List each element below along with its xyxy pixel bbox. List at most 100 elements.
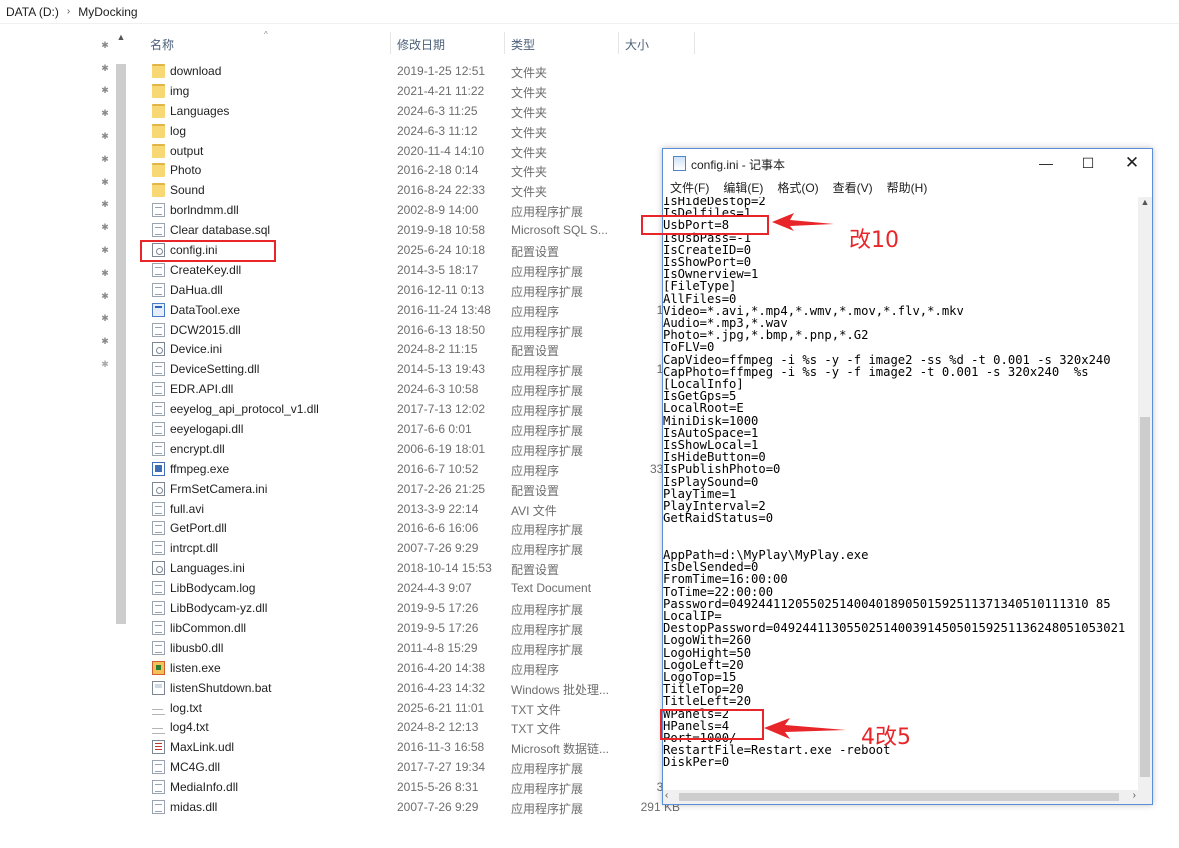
menu-edit[interactable]: 编辑(E) xyxy=(723,179,763,196)
file-row[interactable]: full.avi2013-3-9 22:14AVI 文件2 xyxy=(140,499,700,519)
file-type: 应用程序 xyxy=(511,304,560,319)
scroll-up-icon[interactable]: ▲ xyxy=(114,32,128,46)
file-date: 2019-9-18 10:58 xyxy=(397,223,486,238)
file-date: 2025-6-24 10:18 xyxy=(397,243,486,258)
pin-icon[interactable]: ✱ xyxy=(96,102,114,125)
menu-file[interactable]: 文件(F) xyxy=(670,179,709,196)
pin-icon[interactable]: ✱ xyxy=(96,262,114,285)
dll-icon xyxy=(152,601,165,616)
file-row[interactable]: output 2020-11-4 14:10 文件夹 xyxy=(140,141,700,161)
pin-icon[interactable]: ✱ xyxy=(96,148,114,171)
pin-icon[interactable]: ✱ xyxy=(96,57,114,80)
file-date: 2016-6-7 10:52 xyxy=(397,461,479,476)
file-row[interactable]: log.txt 2025-6-21 11:01 TXT 文件 xyxy=(140,698,700,718)
file-row[interactable]: borlndmm.dll2002-8-9 14:00应用程序扩展2 xyxy=(140,200,700,220)
file-row[interactable]: MaxLink.udl 2016-11-3 16:58 Microsoft 数据链.… xyxy=(140,737,700,757)
file-name: download xyxy=(170,64,222,78)
scroll-right-icon[interactable]: › xyxy=(1133,790,1136,801)
file-date: 2016-6-6 16:06 xyxy=(397,521,479,536)
file-row[interactable]: intrcpt.dll2007-7-26 9:29应用程序扩展20 xyxy=(140,538,700,558)
file-row[interactable]: libusb0.dll2011-4-8 15:29应用程序扩展6 xyxy=(140,638,700,658)
breadcrumb-folder[interactable]: MyDocking xyxy=(78,5,137,19)
file-row[interactable]: libCommon.dll2019-9-5 17:26应用程序扩展40 xyxy=(140,618,700,638)
column-size[interactable]: 大小 xyxy=(625,36,649,54)
file-row[interactable]: download 2019-1-25 12:51 文件夹 xyxy=(140,61,700,81)
file-row[interactable]: Device.ini 2024-8-2 11:15 配置设置 xyxy=(140,339,700,359)
file-type: 应用程序扩展 xyxy=(511,404,584,419)
scrollbar-thumb[interactable] xyxy=(116,64,126,624)
file-row[interactable]: DeviceSetting.dll2014-5-13 19:43应用程序扩展1,… xyxy=(140,359,700,379)
pin-icon[interactable]: ✱ xyxy=(96,194,114,217)
file-name: LibBodycam-yz.dll xyxy=(170,601,268,616)
file-row[interactable]: listenShutdown.bat 2016-4-23 14:32 Windows… xyxy=(140,678,700,698)
txt-icon xyxy=(152,700,165,715)
file-row[interactable]: midas.dll 2007-7-26 9:29 应用程序扩展 291 KB xyxy=(140,797,700,817)
navigation-scrollbar[interactable]: ▲ xyxy=(114,32,128,822)
menu-view[interactable]: 查看(V) xyxy=(833,179,873,196)
file-row[interactable]: LibBodycam.log 2024-4-3 9:07 Text Document… xyxy=(140,578,700,598)
file-row[interactable]: encrypt.dll2006-6-19 18:01应用程序扩展4 xyxy=(140,439,700,459)
scrollbar-thumb[interactable] xyxy=(679,793,1119,801)
minimize-icon[interactable]: — xyxy=(1024,149,1068,177)
column-divider[interactable] xyxy=(694,32,695,54)
pin-icon[interactable]: ✱ xyxy=(96,125,114,148)
pin-icon[interactable]: ✱ xyxy=(96,353,114,376)
file-date: 2024-8-2 11:15 xyxy=(397,342,478,357)
file-row[interactable]: EDR.API.dll2024-6-3 10:58应用程序扩展10 xyxy=(140,379,700,399)
pin-icon[interactable]: ✱ xyxy=(96,285,114,308)
pin-icon[interactable]: ✱ xyxy=(96,239,114,262)
pin-icon[interactable]: ✱ xyxy=(96,171,114,194)
file-row[interactable]: Languages 2024-6-3 11:25 文件夹 xyxy=(140,101,700,121)
file-row[interactable]: log4.txt2024-8-2 12:13TXT 文件5 xyxy=(140,717,700,737)
file-row[interactable]: FrmSetCamera.ini 2017-2-26 21:25 配置设置 xyxy=(140,479,700,499)
breadcrumb-drive[interactable]: DATA (D:) xyxy=(6,5,59,19)
file-row[interactable]: DaHua.dll2016-12-11 0:13应用程序扩展6 xyxy=(140,280,700,300)
close-icon[interactable]: ✕ xyxy=(1110,149,1154,177)
file-date: 2024-6-3 11:12 xyxy=(397,123,478,138)
notepad-vertical-scrollbar[interactable]: ▲ xyxy=(1138,197,1152,790)
file-row[interactable]: MC4G.dll2017-7-27 19:34应用程序扩展2 xyxy=(140,757,700,777)
file-row[interactable]: Languages.ini 2018-10-14 15:53 配置设置 xyxy=(140,558,700,578)
file-row[interactable]: GetPort.dll2016-6-6 16:06应用程序扩展21 xyxy=(140,518,700,538)
notepad-horizontal-scrollbar[interactable]: ‹ › xyxy=(663,790,1138,804)
column-divider[interactable] xyxy=(504,32,505,54)
menu-help[interactable]: 帮助(H) xyxy=(887,179,928,196)
menu-format[interactable]: 格式(O) xyxy=(777,179,818,196)
pin-icon[interactable]: ✱ xyxy=(96,34,114,57)
file-row[interactable]: listen.exe2016-4-20 14:38应用程序39 xyxy=(140,658,700,678)
file-row[interactable]: log 2024-6-3 11:12 文件夹 xyxy=(140,121,700,141)
maximize-icon[interactable]: ☐ xyxy=(1066,149,1110,177)
pin-icon[interactable]: ✱ xyxy=(96,80,114,103)
file-row[interactable]: Sound 2016-8-24 22:33 文件夹 xyxy=(140,180,700,200)
pin-icon[interactable]: ✱ xyxy=(96,308,114,331)
scroll-up-icon[interactable]: ▲ xyxy=(1138,197,1152,211)
file-row[interactable]: eeyelog_api_protocol_v1.dll 2017-7-13 12:… xyxy=(140,399,700,419)
scrollbar-thumb[interactable] xyxy=(1140,417,1150,777)
file-row[interactable]: DataTool.exe2016-11-24 13:48应用程序1,02 xyxy=(140,300,700,320)
file-date: 2017-7-27 19:34 xyxy=(397,760,486,775)
file-row[interactable]: img 2021-4-21 11:22 文件夹 xyxy=(140,81,700,101)
file-row[interactable]: Photo 2016-2-18 0:14 文件夹 xyxy=(140,160,700,180)
column-divider[interactable] xyxy=(390,32,391,54)
file-row[interactable]: Clear database.sql 2019-9-18 10:58 Microso… xyxy=(140,220,700,240)
dll-icon xyxy=(152,780,165,795)
file-row[interactable]: ffmpeg.exe2016-6-7 10:52应用程序33,37 xyxy=(140,459,700,479)
column-name[interactable]: 名称 xyxy=(150,36,174,54)
file-row[interactable]: CreateKey.dll2014-3-5 18:17应用程序扩展37 xyxy=(140,260,700,280)
file-row[interactable]: LibBodycam-yz.dll2019-9-5 17:26应用程序扩展7 xyxy=(140,598,700,618)
file-row[interactable]: eeyelogapi.dll2017-6-6 0:01应用程序扩展9 xyxy=(140,419,700,439)
file-row[interactable]: DCW2015.dll2016-6-13 18:50应用程序扩展3 xyxy=(140,320,700,340)
scroll-left-icon[interactable]: ‹ xyxy=(665,790,668,801)
column-type[interactable]: 类型 xyxy=(511,36,535,54)
config-text[interactable]: IsHideDestop=2 IsDelfiles=1 UsbPort=8 Is… xyxy=(663,197,1138,769)
column-date[interactable]: 修改日期 xyxy=(397,36,445,54)
column-divider[interactable] xyxy=(618,32,619,54)
pin-icon[interactable]: ✱ xyxy=(96,330,114,353)
file-name: log4.txt xyxy=(170,720,209,735)
notepad-titlebar[interactable]: config.ini - 记事本 — ☐ ✕ xyxy=(663,149,1152,177)
pin-icon[interactable]: ✱ xyxy=(96,216,114,239)
file-row[interactable]: MediaInfo.dll2015-5-26 8:31应用程序扩展3,86 xyxy=(140,777,700,797)
notepad-text-area[interactable]: IsHideDestop=2 IsDelfiles=1 UsbPort=8 Is… xyxy=(663,197,1138,790)
file-date: 2016-2-18 0:14 xyxy=(397,163,479,178)
chevron-right-icon[interactable]: › xyxy=(67,6,70,17)
